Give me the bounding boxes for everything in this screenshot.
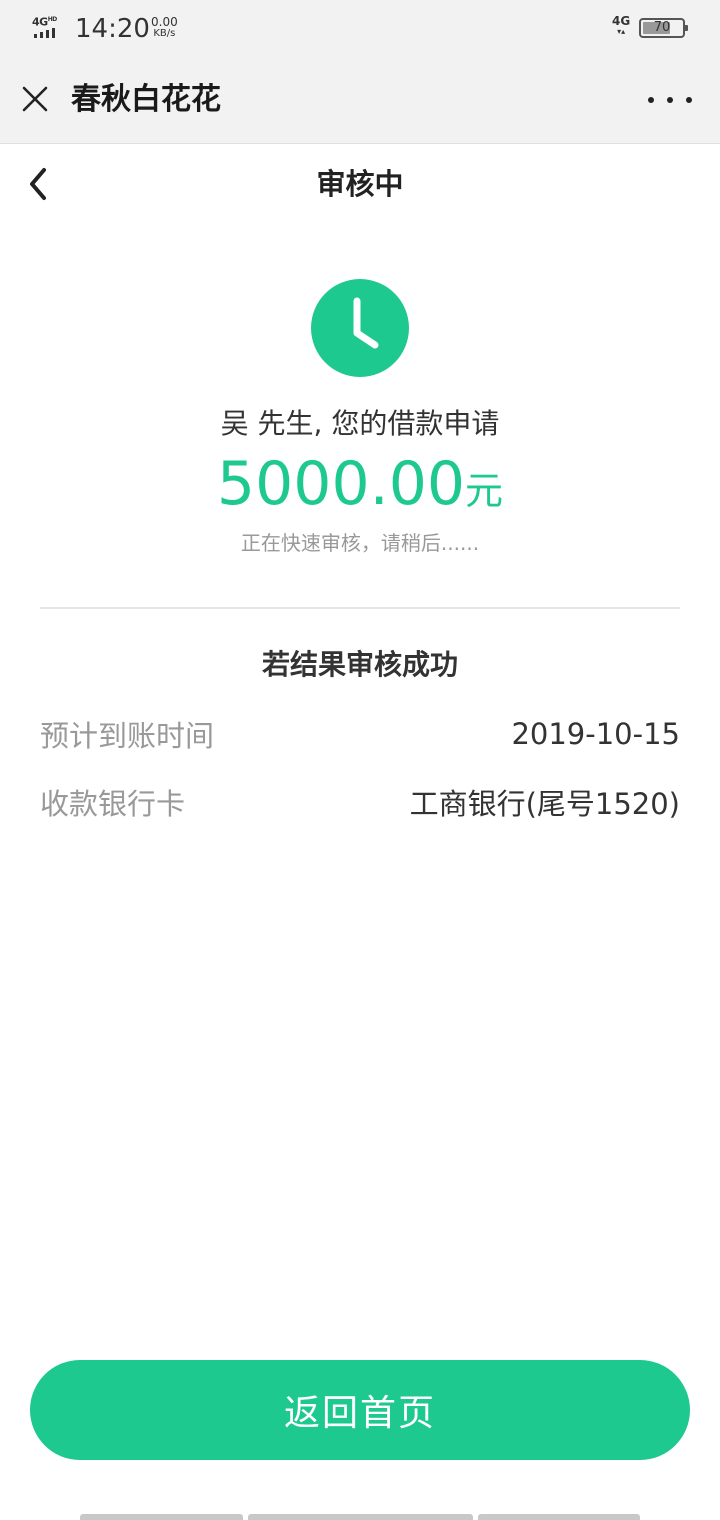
data-arrows-icon: ▾▴: [617, 27, 626, 36]
greeting-text: 吴 先生, 您的借款申请: [220, 407, 500, 440]
page-nav: 审核中: [0, 144, 720, 224]
network-hd-label: HD: [47, 16, 58, 23]
net-type-label: 4G: [612, 14, 631, 28]
network-label: 4G: [32, 15, 48, 29]
status-bar: 4GHD 14:20 0.00 KB/s 4G ▾▴ 70: [0, 0, 720, 56]
battery-level: 70: [653, 20, 671, 35]
close-icon[interactable]: [20, 84, 50, 114]
bank-card-value: 工商银行(尾号1520): [409, 787, 680, 821]
amount-unit: 元: [465, 469, 504, 513]
gesture-bar-right[interactable]: [478, 1514, 640, 1520]
network-speed: 0.00 KB/s: [151, 16, 178, 40]
bank-card-label: 收款银行卡: [40, 787, 186, 821]
review-hint: 正在快速审核，请稍后......: [240, 531, 480, 555]
app-bar: 春秋白花花: [0, 56, 720, 144]
battery-icon: 70: [639, 18, 688, 38]
bank-card-row: 收款银行卡 工商银行(尾号1520): [40, 780, 680, 824]
signal-icon: 4GHD: [32, 14, 66, 40]
gesture-bar-left[interactable]: [80, 1514, 243, 1520]
clock-icon: [311, 279, 409, 377]
amount-value: 5000.00: [216, 449, 466, 519]
section-title: 若结果审核成功: [261, 648, 458, 681]
divider: [40, 607, 680, 609]
speed-value: 0.00: [151, 15, 178, 29]
arrival-time-value: 2019-10-15: [511, 717, 680, 751]
loan-amount: 5000.00元: [0, 448, 720, 535]
mobile-data-indicator: 4G ▾▴: [612, 15, 630, 37]
app-title: 春秋白花花: [71, 82, 221, 117]
back-home-button[interactable]: 返回首页: [30, 1360, 690, 1460]
arrival-time-row: 预计到账时间 2019-10-15: [40, 712, 680, 756]
more-icon[interactable]: [648, 86, 692, 114]
gesture-bar-center[interactable]: [248, 1514, 473, 1520]
page-title: 审核中: [316, 167, 404, 201]
speed-unit: KB/s: [153, 28, 176, 39]
arrival-time-label: 预计到账时间: [40, 719, 215, 753]
status-time: 14:20: [75, 14, 150, 44]
